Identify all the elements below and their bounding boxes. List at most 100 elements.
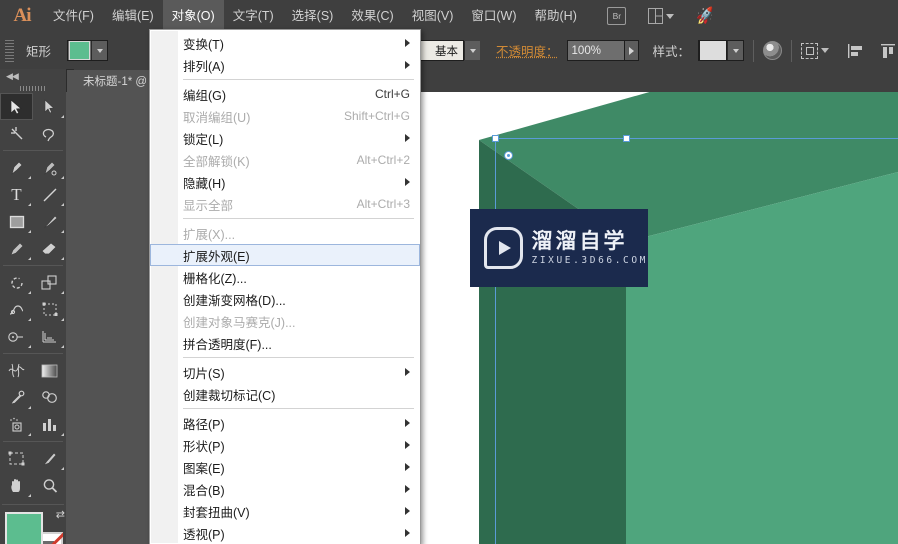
stock-button[interactable]: 🚀 [692, 0, 718, 32]
selection-handle[interactable] [492, 135, 499, 142]
menu-select[interactable]: 选择(S) [283, 0, 343, 32]
line-segment-tool[interactable] [33, 181, 66, 208]
menu-flatten-transparency[interactable]: 拼合透明度(F)... [150, 332, 420, 354]
divider [791, 39, 793, 62]
menu-item-list: 变换(T) 排列(A) 编组(G) Ctrl+G 取消编组(U) Shift+Ctrl+G… [150, 32, 420, 544]
menu-blend[interactable]: 混合(B) [150, 478, 420, 500]
zoom-tool[interactable] [33, 472, 66, 499]
artboard-tool[interactable] [0, 445, 33, 472]
fill-color-swatch[interactable] [5, 512, 43, 544]
menu-edit[interactable]: 编辑(E) [103, 0, 163, 32]
align-top-icon[interactable] [880, 43, 897, 59]
object-menu-dropdown[interactable]: 变换(T) 排列(A) 编组(G) Ctrl+G 取消编组(U) Shift+Ctrl+G… [149, 29, 421, 544]
menu-view[interactable]: 视图(V) [403, 0, 463, 32]
submenu-arrow-icon [405, 419, 410, 427]
menu-bar: Ai 文件(F) 编辑(E) 对象(O) 文字(T) 选择(S) 效果(C) 视… [0, 0, 898, 33]
menu-expand-appearance[interactable]: 扩展外观(E) [150, 244, 420, 266]
selection-tool[interactable] [0, 93, 33, 120]
menu-effect[interactable]: 效果(C) [342, 0, 402, 32]
opacity-stepper[interactable] [624, 40, 639, 61]
rectangle-tool[interactable] [0, 208, 33, 235]
menu-group[interactable]: 编组(G) Ctrl+G [150, 83, 420, 105]
fill-swatch[interactable] [69, 41, 91, 60]
tool-group-indicator [61, 318, 64, 321]
menu-hide[interactable]: 隐藏(H) [150, 171, 420, 193]
anchor-point[interactable] [504, 151, 513, 160]
menu-type[interactable]: 文字(T) [224, 0, 283, 32]
menu-expand: 扩展(X)... [150, 222, 420, 244]
menu-envelope-distort[interactable]: 封套扭曲(V) [150, 500, 420, 522]
rotate-tool[interactable] [0, 269, 33, 296]
artboard[interactable]: 溜溜自学 ZIXUE.3D66.COM [421, 92, 898, 544]
menu-help[interactable]: 帮助(H) [526, 0, 586, 32]
3d-box-artwork[interactable] [421, 92, 898, 544]
free-transform-tool[interactable] [33, 296, 66, 323]
swap-fill-stroke-button[interactable]: ⇄ [56, 508, 65, 521]
mesh-tool[interactable] [0, 357, 33, 384]
tools-panel-grip[interactable] [0, 84, 66, 93]
scale-tool[interactable] [33, 269, 66, 296]
fill-dropdown-button[interactable] [91, 41, 108, 60]
menu-item-label: 切片(S) [183, 366, 225, 381]
menu-item-label: 混合(B) [183, 483, 225, 498]
style-swatch[interactable] [699, 40, 728, 61]
arrange-documents-button[interactable] [647, 0, 674, 32]
menu-pattern[interactable]: 图案(E) [150, 456, 420, 478]
play-logo-icon [484, 227, 523, 269]
curvature-tool[interactable] [33, 154, 66, 181]
gradient-tool[interactable] [33, 357, 66, 384]
fill-color-control[interactable] [67, 40, 109, 61]
opacity-input[interactable]: 100% [566, 40, 625, 61]
menu-arrange[interactable]: 排列(A) [150, 54, 420, 76]
blend-tool[interactable] [33, 384, 66, 411]
paintbrush-tool[interactable] [33, 208, 66, 235]
magic-wand-tool[interactable] [0, 120, 33, 147]
slice-tool[interactable] [33, 445, 66, 472]
eyedropper-tool[interactable] [0, 384, 33, 411]
recolor-artwork-icon[interactable] [763, 41, 783, 60]
opacity-label[interactable]: 不透明度： [488, 41, 567, 60]
pen-tool[interactable] [0, 154, 33, 181]
selection-handle[interactable] [623, 135, 630, 142]
pencil-tool[interactable] [0, 235, 33, 262]
menu-rasterize[interactable]: 栅格化(Z)... [150, 266, 420, 288]
tool-group-indicator [28, 291, 31, 294]
menu-file[interactable]: 文件(F) [44, 0, 103, 32]
symbol-sprayer-tool[interactable] [0, 411, 33, 438]
menu-item-label: 排列(A) [183, 59, 225, 74]
menu-lock[interactable]: 锁定(L) [150, 127, 420, 149]
menu-item-shortcut: Alt+Ctrl+2 [356, 153, 410, 167]
menu-perspective[interactable]: 透视(P) [150, 522, 420, 544]
chevron-down-icon[interactable] [821, 48, 830, 53]
direct-selection-tool[interactable] [33, 93, 66, 120]
menu-window[interactable]: 窗口(W) [462, 0, 525, 32]
type-tool[interactable]: T [0, 181, 33, 208]
column-graph-tool[interactable] [33, 411, 66, 438]
shape-builder-tool[interactable] [0, 323, 33, 350]
transform-icon[interactable] [801, 42, 819, 59]
stroke-profile-dropdown-button[interactable] [464, 41, 481, 60]
collapse-panel-button[interactable]: ◀◀ [0, 69, 66, 84]
menu-item-label: 锁定(L) [183, 132, 224, 147]
hand-tool[interactable] [0, 472, 33, 499]
width-tool[interactable] [0, 296, 33, 323]
submenu-arrow-icon [405, 529, 410, 537]
menu-slice[interactable]: 切片(S) [150, 361, 420, 383]
menu-create-trim-marks[interactable]: 创建裁切标记(C) [150, 383, 420, 405]
menu-transform[interactable]: 变换(T) [150, 32, 420, 54]
eraser-tool[interactable] [33, 235, 66, 262]
chevron-down-icon [665, 13, 674, 19]
control-bar-grip[interactable] [5, 39, 14, 62]
menu-item-label: 栅格化(Z)... [183, 271, 247, 286]
bridge-button[interactable]: Br [604, 0, 630, 32]
menu-object[interactable]: 对象(O) [162, 0, 224, 32]
lasso-tool[interactable] [33, 120, 66, 147]
menu-path[interactable]: 路径(P) [150, 412, 420, 434]
menu-create-gradient-mesh[interactable]: 创建渐变网格(D)... [150, 288, 420, 310]
menu-shape[interactable]: 形状(P) [150, 434, 420, 456]
style-dropdown-button[interactable] [727, 41, 744, 60]
align-left-icon[interactable] [847, 43, 864, 59]
style-control[interactable] [698, 40, 745, 61]
tool-group-indicator [28, 230, 31, 233]
perspective-grid-tool[interactable] [33, 323, 66, 350]
